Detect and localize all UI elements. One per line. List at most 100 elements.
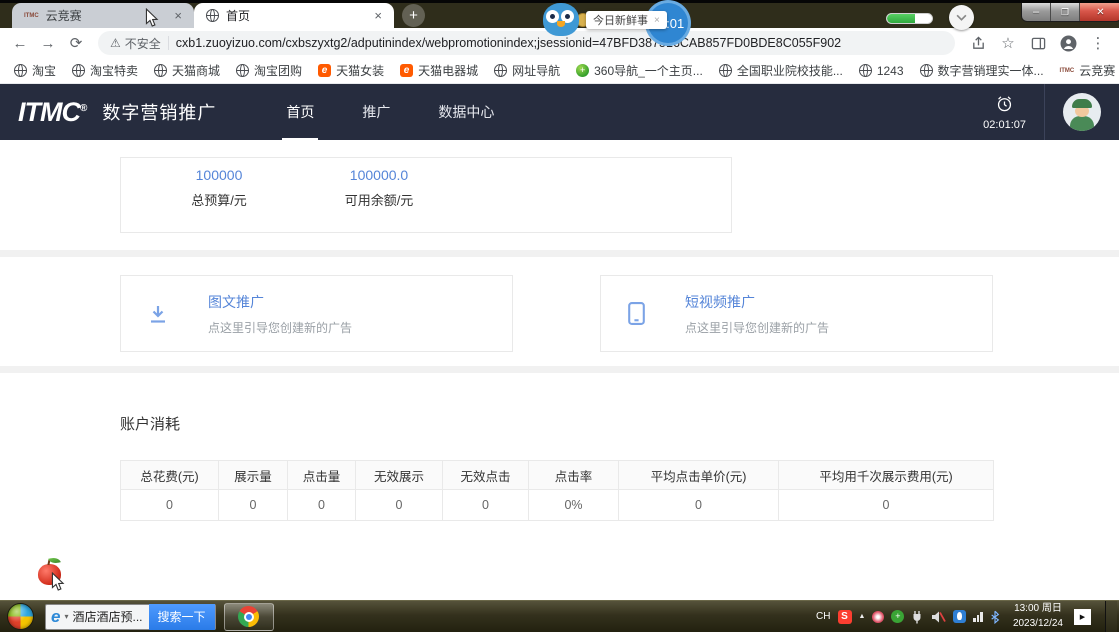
globe-icon bbox=[236, 64, 249, 77]
nav-data-center[interactable]: 数据中心 bbox=[436, 98, 496, 126]
total-budget-label: 总预算/元 bbox=[139, 190, 299, 209]
windows-taskbar: e ▾ 酒店酒店预... 搜索一下 CH S ▲ + 13:00 周日 2023… bbox=[0, 600, 1119, 632]
menu-dots-icon[interactable]: ⋮ bbox=[1085, 31, 1111, 55]
bookmark-item[interactable]: 淘宝团购 bbox=[228, 60, 310, 82]
bookmark-label: 淘宝特卖 bbox=[90, 62, 138, 79]
alarm-clock-icon bbox=[995, 94, 1014, 113]
budget-box: 100000 总预算/元 100000.0 可用余额/元 bbox=[120, 157, 732, 233]
back-button[interactable]: ← bbox=[8, 31, 32, 55]
bookmark-item[interactable]: ITMC云竞赛 bbox=[1052, 60, 1119, 82]
browser-window: ITMC 云竞赛 × 首页 × + ← → ⟳ ⚠ 不安全 cxb1.z bbox=[0, 0, 1119, 600]
image-text-promo-card[interactable]: 图文推广 点这里引导您创建新的广告 bbox=[120, 275, 513, 352]
reload-button[interactable]: ⟳ bbox=[64, 31, 88, 55]
col-header: 点击率 bbox=[529, 461, 619, 490]
360-safety-icon[interactable]: + bbox=[891, 610, 904, 623]
chrome-taskbar-button[interactable] bbox=[224, 603, 274, 631]
cell-value: 0% bbox=[529, 490, 619, 521]
news-bubble-text: 今日新鲜事 bbox=[593, 12, 648, 28]
bookmark-item[interactable]: 数字营销理实一体... bbox=[912, 60, 1052, 82]
side-panel-icon[interactable] bbox=[1025, 31, 1051, 55]
globe-icon bbox=[719, 64, 732, 77]
cell-value: 0 bbox=[619, 490, 779, 521]
network-signal-icon[interactable] bbox=[973, 611, 983, 622]
nav-promotion[interactable]: 推广 bbox=[360, 98, 392, 126]
bookmark-item[interactable]: 全国职业院校技能... bbox=[711, 60, 851, 82]
media-play-tray-button[interactable]: ▶ bbox=[1074, 609, 1091, 625]
col-header: 展示量 bbox=[219, 461, 288, 490]
bookmark-label: 天猫商城 bbox=[172, 62, 220, 79]
tab-home[interactable]: 首页 × bbox=[194, 3, 394, 28]
bookmark-star-icon[interactable]: ☆ bbox=[995, 31, 1021, 55]
tab-close-icon[interactable]: × bbox=[172, 9, 184, 22]
short-video-promo-card[interactable]: 短视频推广 点这里引导您创建新的广告 bbox=[600, 275, 993, 352]
not-secure-warning[interactable]: ⚠ 不安全 bbox=[110, 35, 161, 52]
address-bar[interactable]: ⚠ 不安全 cxb1.zuoyizuo.com/cxbszyxtg2/adput… bbox=[98, 31, 955, 55]
start-button[interactable] bbox=[7, 603, 34, 630]
user-avatar[interactable] bbox=[1063, 93, 1101, 131]
bookmark-item[interactable]: e天猫女装 bbox=[310, 60, 392, 82]
main-nav: 首页 推广 数据中心 bbox=[284, 98, 496, 126]
forward-button[interactable]: → bbox=[36, 31, 60, 55]
volume-muted-icon[interactable] bbox=[930, 610, 946, 624]
globe-icon bbox=[494, 64, 507, 77]
progress-bar bbox=[886, 13, 933, 24]
page-content: 100000 总预算/元 100000.0 可用余额/元 图文推广 点这里引导您… bbox=[0, 140, 1119, 600]
bookmark-item[interactable]: 淘宝特卖 bbox=[64, 60, 146, 82]
bookmark-item[interactable]: 网址导航 bbox=[486, 60, 568, 82]
share-icon[interactable] bbox=[965, 31, 991, 55]
table-header-row: 总花费(元) 展示量 点击量 无效展示 无效点击 点击率 平均点击单价(元) 平… bbox=[121, 461, 994, 490]
window-controls: – ❐ ✕ bbox=[1021, 3, 1119, 22]
total-budget-value[interactable]: 100000 bbox=[139, 167, 299, 183]
bookmark-item[interactable]: 淘宝 bbox=[6, 60, 64, 82]
bookmark-item[interactable]: 天猫商城 bbox=[146, 60, 228, 82]
bookmark-label: 淘宝团购 bbox=[254, 62, 302, 79]
news-close-icon[interactable]: × bbox=[654, 15, 660, 26]
tab-yunjingsai[interactable]: ITMC 云竞赛 × bbox=[12, 3, 194, 28]
caret-down-icon[interactable]: ▾ bbox=[64, 612, 68, 621]
bluetooth-icon[interactable] bbox=[990, 610, 1000, 624]
cell-value: 0 bbox=[288, 490, 356, 521]
card-text: 短视频推广 点这里引导您创建新的广告 bbox=[685, 292, 829, 336]
col-header: 无效展示 bbox=[356, 461, 443, 490]
nav-home[interactable]: 首页 bbox=[284, 98, 316, 126]
search-box-text[interactable]: 酒店酒店预... bbox=[72, 608, 142, 625]
globe-icon bbox=[72, 64, 85, 77]
bookmark-label: 淘宝 bbox=[32, 62, 56, 79]
card-title-link[interactable]: 短视频推广 bbox=[685, 292, 829, 312]
bookmark-label: 天猫电器城 bbox=[418, 62, 478, 79]
chrome-icon bbox=[238, 606, 259, 627]
balance-value[interactable]: 100000.0 bbox=[299, 167, 459, 183]
profile-avatar-icon[interactable] bbox=[1055, 31, 1081, 55]
language-indicator[interactable]: CH bbox=[816, 611, 830, 622]
app-title: 数字营销推广 bbox=[102, 99, 216, 125]
card-desc: 点这里引导您创建新的广告 bbox=[208, 319, 352, 336]
maximize-button[interactable]: ❐ bbox=[1051, 3, 1080, 21]
news-bubble[interactable]: 今日新鲜事 × bbox=[586, 11, 667, 29]
cell-value: 0 bbox=[121, 490, 219, 521]
close-button[interactable]: ✕ bbox=[1080, 3, 1119, 21]
col-header: 平均点击单价(元) bbox=[619, 461, 779, 490]
globe-icon bbox=[920, 64, 933, 77]
search-button[interactable]: 搜索一下 bbox=[149, 604, 215, 630]
qq-tray-icon[interactable] bbox=[953, 610, 966, 623]
ie-search-deskband[interactable]: e ▾ 酒店酒店预... 搜索一下 bbox=[45, 604, 216, 630]
tab-close-icon[interactable]: × bbox=[372, 9, 384, 22]
sogou-input-icon[interactable]: S bbox=[838, 610, 852, 624]
assistant-owl-mascot[interactable] bbox=[543, 3, 579, 36]
system-tray: CH S ▲ + 13:00 周日 2023/12/24 ▶ bbox=[816, 601, 1117, 632]
show-desktop-button[interactable] bbox=[1105, 601, 1117, 632]
card-text: 图文推广 点这里引导您创建新的广告 bbox=[208, 292, 352, 336]
bookmark-item[interactable]: 1243 bbox=[851, 60, 912, 82]
divider bbox=[1044, 84, 1045, 140]
section-separator bbox=[0, 250, 1119, 257]
minimize-button[interactable]: – bbox=[1022, 3, 1051, 21]
flower-tray-icon[interactable] bbox=[872, 611, 884, 623]
new-tab-button[interactable]: + bbox=[402, 4, 425, 27]
show-hidden-icons[interactable]: ▲ bbox=[859, 613, 866, 620]
collapse-chevron-button[interactable] bbox=[949, 5, 974, 30]
card-title-link[interactable]: 图文推广 bbox=[208, 292, 352, 312]
power-plug-icon[interactable] bbox=[911, 610, 923, 624]
bookmark-item[interactable]: +360导航_一个主页... bbox=[568, 60, 711, 82]
taskbar-clock[interactable]: 13:00 周日 2023/12/24 bbox=[1013, 602, 1063, 631]
bookmark-item[interactable]: e天猫电器城 bbox=[392, 60, 486, 82]
